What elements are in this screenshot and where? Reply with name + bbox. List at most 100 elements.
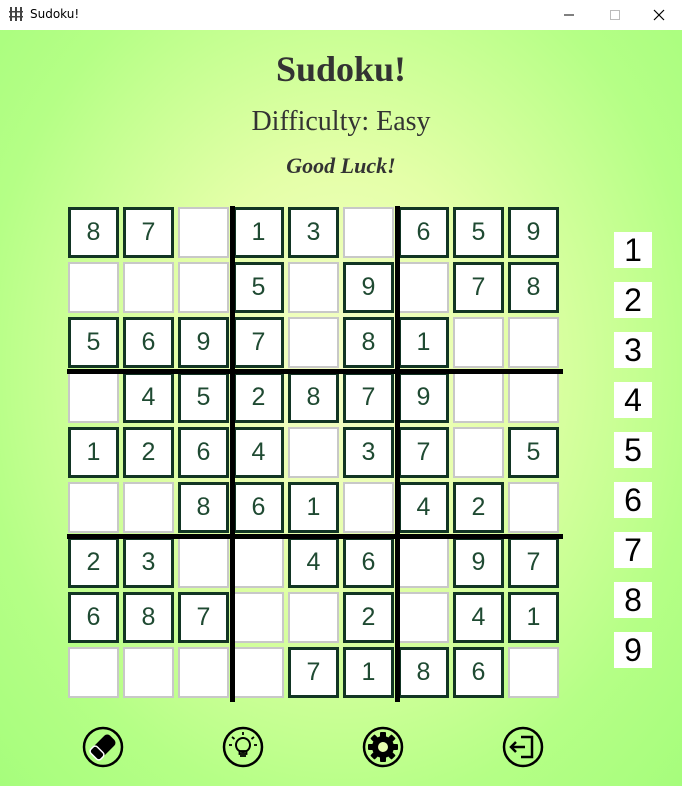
- close-button[interactable]: [636, 0, 682, 30]
- number-button[interactable]: 6: [614, 482, 652, 518]
- given-cell[interactable]: 9: [343, 262, 394, 313]
- given-cell[interactable]: 7: [453, 262, 504, 313]
- given-cell[interactable]: 5: [178, 372, 229, 423]
- empty-cell[interactable]: [123, 262, 174, 313]
- empty-cell[interactable]: [508, 482, 559, 533]
- given-cell[interactable]: 2: [233, 372, 284, 423]
- empty-cell[interactable]: [233, 647, 284, 698]
- hint-lightbulb-icon[interactable]: [221, 725, 265, 769]
- empty-cell[interactable]: [508, 372, 559, 423]
- empty-cell[interactable]: [453, 427, 504, 478]
- empty-cell[interactable]: [288, 592, 339, 643]
- given-cell[interactable]: 1: [398, 317, 449, 368]
- given-cell[interactable]: 6: [453, 647, 504, 698]
- given-cell[interactable]: 8: [68, 207, 119, 258]
- given-cell[interactable]: 2: [123, 427, 174, 478]
- number-button[interactable]: 2: [614, 282, 652, 318]
- given-cell[interactable]: 1: [343, 647, 394, 698]
- given-cell[interactable]: 6: [123, 317, 174, 368]
- given-cell[interactable]: 2: [453, 482, 504, 533]
- maximize-button[interactable]: [592, 0, 638, 30]
- given-cell[interactable]: 8: [508, 262, 559, 313]
- given-cell[interactable]: 9: [453, 537, 504, 588]
- eraser-icon[interactable]: [81, 725, 125, 769]
- given-cell[interactable]: 7: [288, 647, 339, 698]
- number-button[interactable]: 7: [614, 532, 652, 568]
- given-cell[interactable]: 8: [178, 482, 229, 533]
- number-button[interactable]: 5: [614, 432, 652, 468]
- empty-cell[interactable]: [68, 647, 119, 698]
- given-cell[interactable]: 3: [123, 537, 174, 588]
- empty-cell[interactable]: [68, 262, 119, 313]
- given-cell[interactable]: 6: [178, 427, 229, 478]
- given-cell[interactable]: 3: [343, 427, 394, 478]
- given-cell[interactable]: 7: [233, 317, 284, 368]
- number-button[interactable]: 8: [614, 582, 652, 618]
- given-cell[interactable]: 8: [343, 317, 394, 368]
- empty-cell[interactable]: [123, 647, 174, 698]
- given-cell[interactable]: 1: [68, 427, 119, 478]
- number-button[interactable]: 1: [614, 232, 652, 268]
- exit-icon[interactable]: [501, 725, 545, 769]
- given-cell[interactable]: 7: [398, 427, 449, 478]
- given-cell[interactable]: 6: [398, 207, 449, 258]
- empty-cell[interactable]: [233, 592, 284, 643]
- given-cell[interactable]: 7: [123, 207, 174, 258]
- empty-cell[interactable]: [343, 207, 394, 258]
- given-cell[interactable]: 1: [233, 207, 284, 258]
- given-cell[interactable]: 9: [398, 372, 449, 423]
- given-cell[interactable]: 2: [68, 537, 119, 588]
- empty-cell[interactable]: [398, 262, 449, 313]
- given-cell[interactable]: 7: [343, 372, 394, 423]
- given-cell[interactable]: 8: [288, 372, 339, 423]
- number-button[interactable]: 9: [614, 632, 652, 668]
- given-cell[interactable]: 1: [288, 482, 339, 533]
- given-cell[interactable]: 4: [123, 372, 174, 423]
- empty-cell[interactable]: [453, 317, 504, 368]
- empty-cell[interactable]: [508, 317, 559, 368]
- number-button[interactable]: 3: [614, 332, 652, 368]
- empty-cell[interactable]: [508, 647, 559, 698]
- given-cell[interactable]: 2: [343, 592, 394, 643]
- empty-cell[interactable]: [288, 262, 339, 313]
- given-cell[interactable]: 8: [123, 592, 174, 643]
- given-cell[interactable]: 9: [178, 317, 229, 368]
- given-cell[interactable]: 7: [508, 537, 559, 588]
- given-cell[interactable]: 3: [288, 207, 339, 258]
- given-cell[interactable]: 1: [508, 592, 559, 643]
- given-cell[interactable]: 4: [453, 592, 504, 643]
- given-cell[interactable]: 5: [233, 262, 284, 313]
- number-button[interactable]: 4: [614, 382, 652, 418]
- minimize-button[interactable]: [546, 0, 592, 30]
- empty-cell[interactable]: [288, 427, 339, 478]
- given-cell[interactable]: 5: [508, 427, 559, 478]
- empty-cell[interactable]: [288, 317, 339, 368]
- empty-cell[interactable]: [68, 482, 119, 533]
- given-cell[interactable]: 6: [233, 482, 284, 533]
- empty-cell[interactable]: [178, 537, 229, 588]
- empty-cell[interactable]: [123, 482, 174, 533]
- given-cell[interactable]: 4: [288, 537, 339, 588]
- empty-cell[interactable]: [178, 207, 229, 258]
- empty-cell[interactable]: [178, 262, 229, 313]
- page-title: Sudoku!: [275, 49, 407, 89]
- given-cell[interactable]: 5: [68, 317, 119, 368]
- title-bar[interactable]: Sudoku!: [0, 0, 682, 30]
- given-cell[interactable]: 9: [508, 207, 559, 258]
- empty-cell[interactable]: [343, 482, 394, 533]
- settings-gear-icon[interactable]: [361, 725, 405, 769]
- box-divider-horizontal: [67, 534, 563, 539]
- given-cell[interactable]: 6: [343, 537, 394, 588]
- empty-cell[interactable]: [178, 647, 229, 698]
- empty-cell[interactable]: [398, 537, 449, 588]
- given-cell[interactable]: 8: [398, 647, 449, 698]
- given-cell[interactable]: 4: [233, 427, 284, 478]
- empty-cell[interactable]: [68, 372, 119, 423]
- empty-cell[interactable]: [453, 372, 504, 423]
- given-cell[interactable]: 7: [178, 592, 229, 643]
- given-cell[interactable]: 4: [398, 482, 449, 533]
- given-cell[interactable]: 6: [68, 592, 119, 643]
- empty-cell[interactable]: [398, 592, 449, 643]
- given-cell[interactable]: 5: [453, 207, 504, 258]
- empty-cell[interactable]: [233, 537, 284, 588]
